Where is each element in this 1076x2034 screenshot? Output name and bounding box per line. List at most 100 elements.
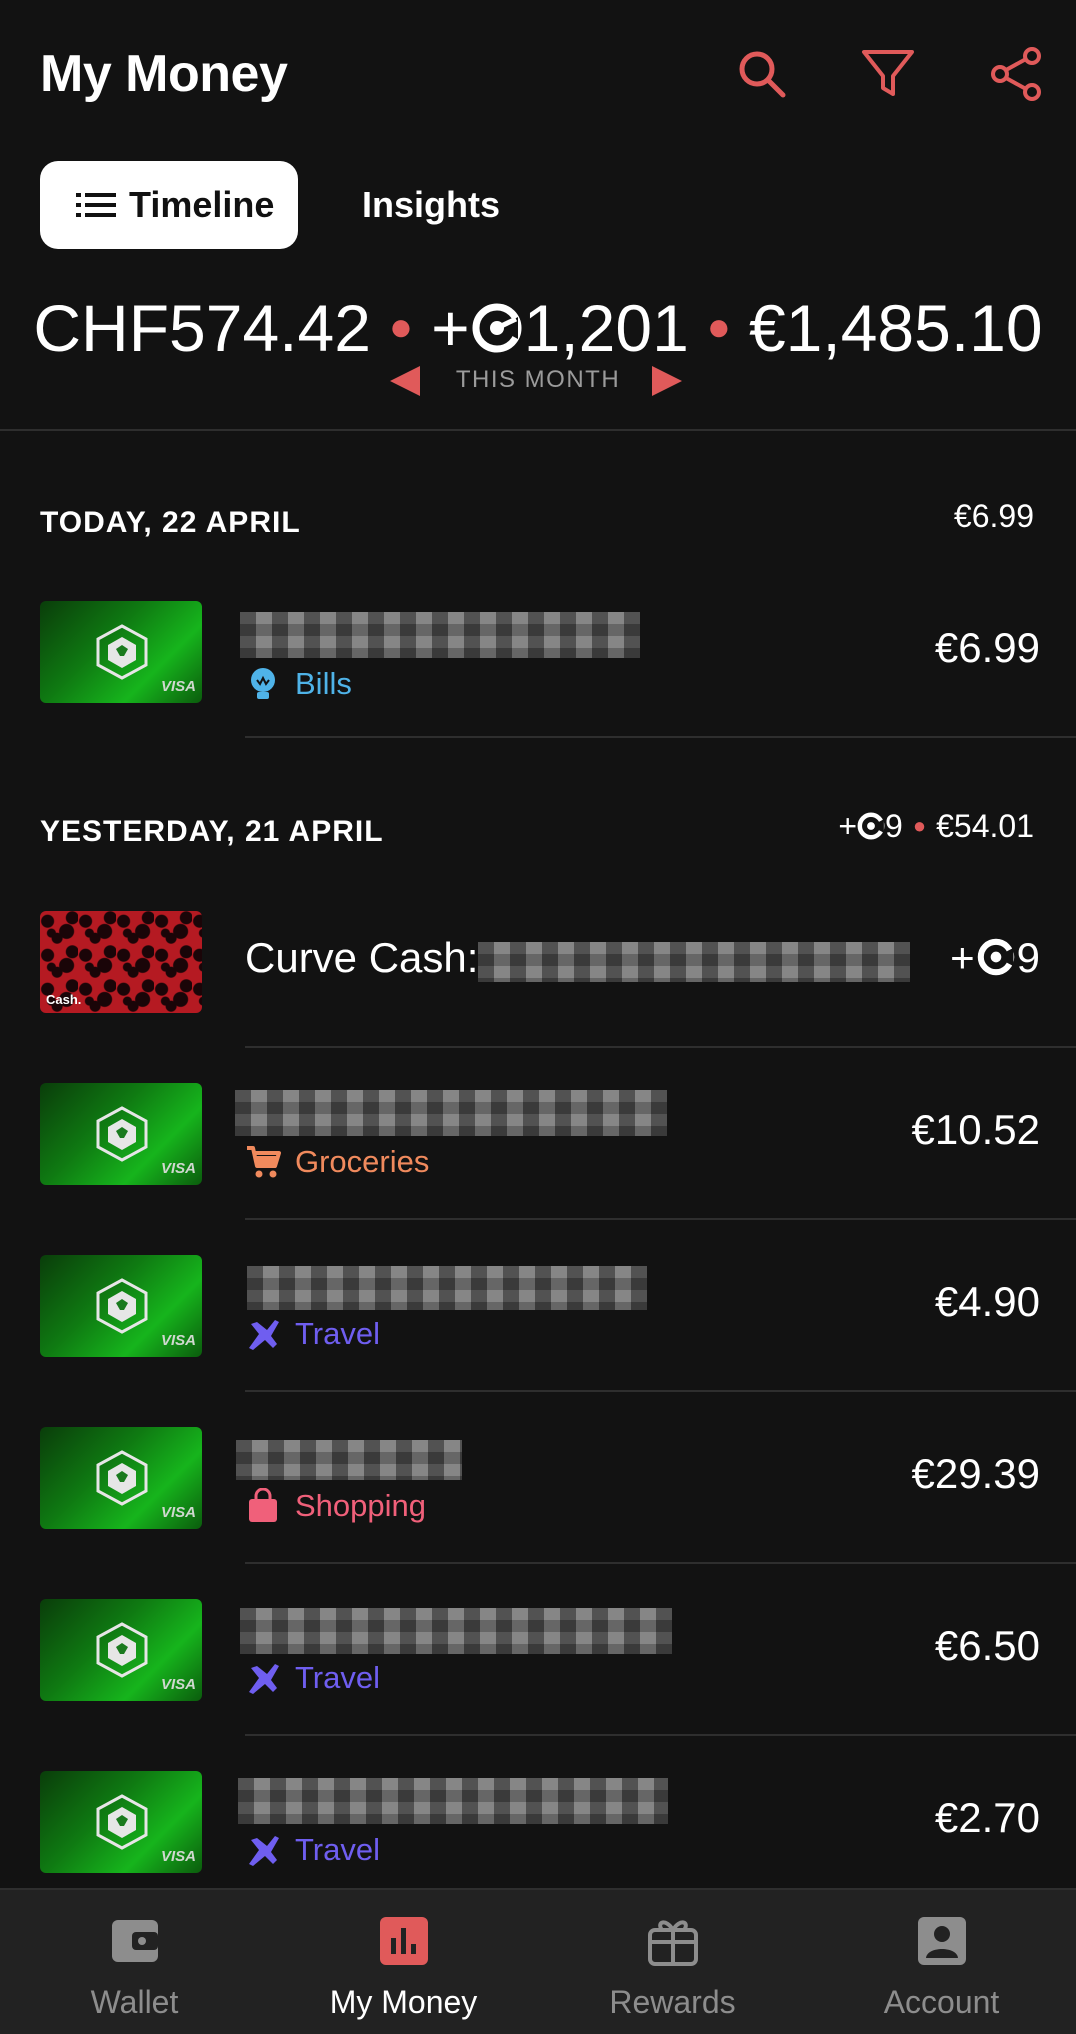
wallet-icon <box>112 1920 158 1962</box>
amount-prefix: + <box>950 934 975 981</box>
redacted-merchant <box>247 1266 647 1310</box>
nav-rewards[interactable]: Rewards <box>538 1890 807 2034</box>
transaction-amount: €6.99 <box>934 624 1040 671</box>
crypto-com-logo-icon <box>96 1450 148 1506</box>
share-icon[interactable] <box>988 46 1044 102</box>
amount-value: 9 <box>1016 934 1040 981</box>
category-label: Travel <box>295 1316 380 1351</box>
cro-currency-icon <box>857 812 885 839</box>
card-thumbnail: VISA <box>40 1771 202 1873</box>
filter-icon[interactable] <box>860 46 916 102</box>
category-label: Bills <box>295 666 352 701</box>
separator-dot: ● <box>388 305 414 350</box>
card-thumbnail: VISA <box>40 1083 202 1185</box>
row-divider <box>245 736 1076 738</box>
divider <box>0 429 1076 431</box>
nav-wallet[interactable]: Wallet <box>0 1890 269 2034</box>
total-cro-prefix: + <box>838 808 858 844</box>
period-label: THIS MONTH <box>455 366 621 393</box>
transaction-amount: €29.39 <box>911 1450 1040 1497</box>
nav-my-money[interactable]: My Money <box>269 1890 538 2034</box>
period-selector: THIS MONTH <box>0 364 1076 400</box>
transaction-amount: €2.70 <box>934 1794 1040 1841</box>
transaction-amount: €6.50 <box>934 1622 1040 1669</box>
total-eur: €54.01 <box>936 808 1034 844</box>
redacted-merchant <box>240 1608 672 1654</box>
visa-label: VISA <box>160 1160 196 1177</box>
shopping-bag-icon <box>249 1488 277 1522</box>
redacted-merchant <box>240 612 640 658</box>
app-header: My Money <box>0 0 1076 150</box>
chf-total: CHF574.42 <box>33 291 371 365</box>
account-icon <box>918 1917 966 1965</box>
redacted-merchant <box>478 942 910 982</box>
transaction-row[interactable]: VISA Bills €6.99 <box>0 566 1076 738</box>
card-thumbnail: VISA <box>40 601 202 703</box>
next-period-arrow-icon[interactable] <box>652 364 684 398</box>
transaction-amount: €10.52 <box>911 1106 1040 1153</box>
monthly-summary: CHF574.42 ● +1,201 ● €1,485.10 <box>0 290 1076 366</box>
gift-icon <box>648 1920 698 1966</box>
section-total-yesterday: +9 ● €54.01 <box>838 808 1034 845</box>
airplane-icon <box>249 1836 279 1866</box>
redacted-merchant <box>236 1440 462 1480</box>
crypto-com-logo-icon <box>96 1622 148 1678</box>
page-title: My Money <box>40 45 288 103</box>
crypto-com-logo-icon <box>96 1794 148 1850</box>
section-date-today: TODAY, 22 APRIL <box>40 506 301 539</box>
nav-my-money-label: My Money <box>329 1984 478 2020</box>
visa-label: VISA <box>160 678 196 695</box>
tab-timeline[interactable]: Timeline <box>40 161 298 249</box>
crypto-com-logo-icon <box>96 624 148 680</box>
lightbulb-icon <box>251 668 275 699</box>
card-thumbnail: VISA <box>40 1427 202 1529</box>
crypto-com-logo-icon <box>96 1278 148 1334</box>
airplane-icon <box>249 1664 279 1694</box>
visa-label: VISA <box>160 1676 196 1693</box>
cart-icon <box>247 1146 281 1178</box>
chart-icon <box>380 1917 428 1965</box>
nav-account-label: Account <box>883 1984 1000 2020</box>
category-label: Travel <box>295 1660 380 1695</box>
nav-rewards-label: Rewards <box>609 1984 736 2020</box>
transaction-row[interactable]: Cash. Curve Cash: +9 <box>0 876 1076 1048</box>
eur-total: €1,485.10 <box>748 291 1043 365</box>
tab-timeline-label: Timeline <box>129 184 275 225</box>
section-total-today: €6.99 <box>953 498 1034 534</box>
airplane-icon <box>249 1320 279 1350</box>
transaction-row[interactable]: VISA Groceries €10.52 <box>0 1048 1076 1220</box>
search-icon[interactable] <box>734 46 790 102</box>
transaction-row[interactable]: VISA Travel €2.70 <box>0 1736 1076 1908</box>
card-thumbnail: VISA <box>40 1255 202 1357</box>
cash-label: Cash. <box>46 992 82 1007</box>
category-label: Shopping <box>295 1488 427 1523</box>
list-icon <box>76 193 116 217</box>
total-cro-value: 9 <box>885 808 903 844</box>
visa-label: VISA <box>160 1504 196 1521</box>
cro-currency-icon <box>977 938 1014 976</box>
redacted-merchant <box>235 1090 667 1136</box>
tab-insights[interactable]: Insights <box>362 161 562 249</box>
transaction-amount: +9 <box>950 934 1040 982</box>
redacted-merchant <box>238 1778 668 1824</box>
separator-dot: ● <box>912 813 927 838</box>
nav-account[interactable]: Account <box>807 1890 1076 2034</box>
section-date-yesterday: YESTERDAY, 21 APRIL <box>40 815 384 848</box>
visa-label: VISA <box>160 1332 196 1349</box>
merchant-name: Curve Cash: <box>245 934 479 981</box>
visa-label: VISA <box>160 1848 196 1865</box>
transaction-row[interactable]: VISA Shopping €29.39 <box>0 1392 1076 1564</box>
card-thumbnail: VISA <box>40 1599 202 1701</box>
category-label: Travel <box>295 1832 380 1867</box>
bottom-navigation: Wallet My Money Rewards Account <box>0 1888 1076 2034</box>
cro-total: 1,201 <box>523 291 689 365</box>
curve-cash-card-thumbnail: Cash. <box>40 911 202 1013</box>
cro-currency-icon <box>472 303 522 353</box>
transaction-row[interactable]: VISA Travel €4.90 <box>0 1220 1076 1392</box>
cro-prefix: + <box>431 291 470 365</box>
transaction-row[interactable]: VISA Travel €6.50 <box>0 1564 1076 1736</box>
nav-wallet-label: Wallet <box>90 1984 179 2020</box>
separator-dot: ● <box>706 305 731 350</box>
tab-insights-label: Insights <box>362 184 501 225</box>
crypto-com-logo-icon <box>96 1106 148 1162</box>
